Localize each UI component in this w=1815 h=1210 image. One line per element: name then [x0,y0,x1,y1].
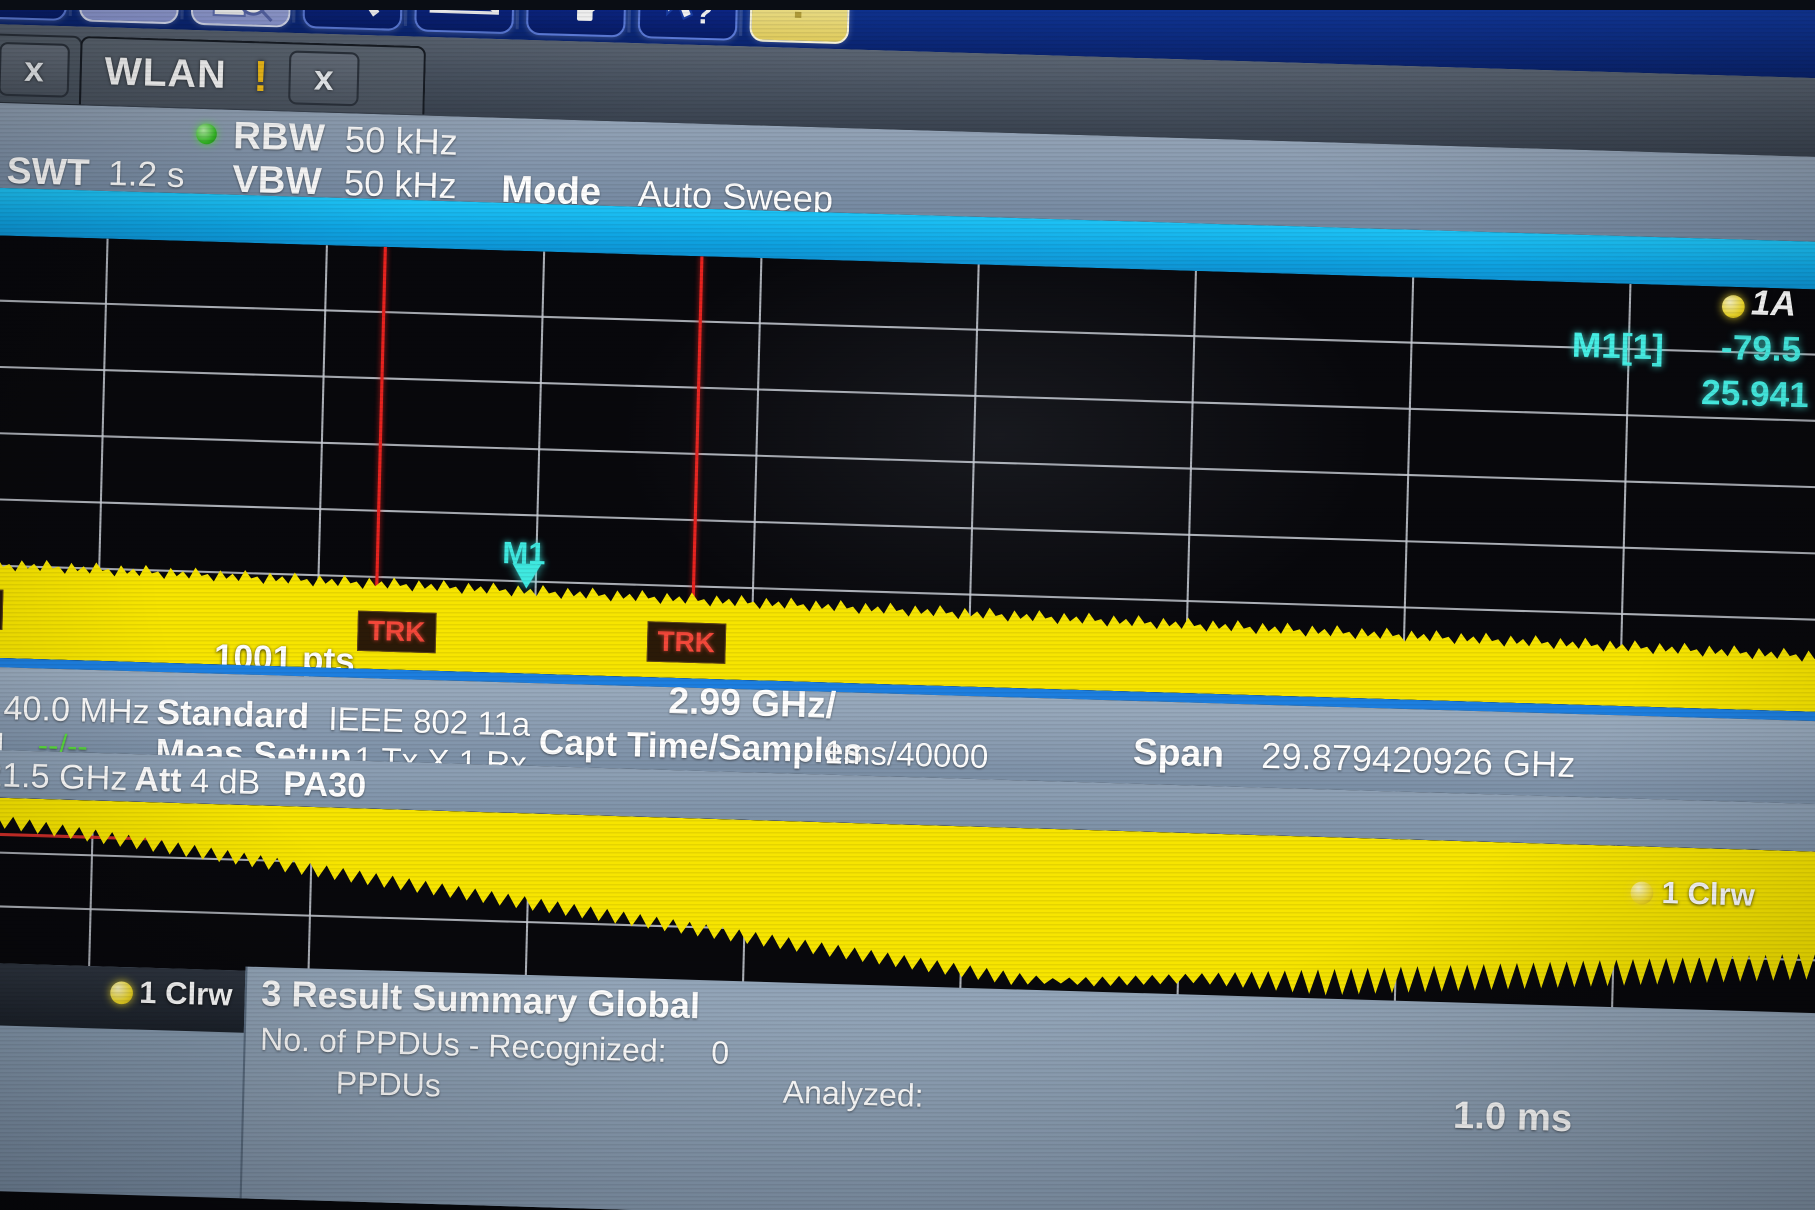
marker-frequency: 25.941 [1700,372,1810,416]
track-label-1: TRK [356,610,437,654]
analyzer-screen-photo: 1:1 S [0,0,1815,1210]
marker-m1-arrow-icon [511,563,542,590]
context-help-tool[interactable]: ? [637,0,740,41]
warning-icon: ! [252,51,269,101]
ppdu-recognized-value: 0 [710,1034,730,1071]
svg-text:?: ? [785,0,814,28]
ppdus-count-label: PPDUs [335,1064,442,1104]
question-mark-icon: ? [785,0,814,28]
freq-value[interactable]: 21.5 GHz [0,755,128,799]
close-icon-wlan[interactable]: x [287,50,360,107]
svg-text:?: ? [694,0,714,31]
trace-label: 1A [1750,283,1797,324]
marker-level: -79.5 [1720,327,1802,370]
att-value[interactable]: 4 dB [190,761,261,802]
rbw-value[interactable]: 50 kHz [345,119,459,164]
rbw-label: RBW [232,114,326,160]
zoom-one-to-one-tool[interactable]: 1:1 [302,0,404,31]
ppdu-line-label: No. of PPDUs - Recognized: [259,1020,668,1070]
fit-screen-icon [429,0,501,15]
tab-wlan-label: WLAN [104,49,228,97]
arrow-cursor-icon [3,0,42,8]
time-value: 1.0 ms [1452,1093,1573,1140]
fit-to-screen-tool[interactable] [414,0,516,35]
zoom-in-tool[interactable] [78,0,181,25]
svg-text:S: S [543,0,565,3]
sequencer-s-icon: S [543,0,613,22]
document-zoom-in-icon [103,0,159,10]
standard-label: Standard [156,692,310,737]
tab-wlan[interactable]: WLAN ! x [78,35,427,115]
zoom-multi-tool[interactable] [190,0,293,28]
lower-trace-status: 1 Clrw [1661,876,1756,913]
result-summary-title: 3 Result Summary Global [260,973,701,1027]
sequencer-tool[interactable]: S [525,0,628,38]
analyzed-label: Analyzed: [782,1073,925,1115]
span-value[interactable]: 29.879420926 GHz [1261,736,1576,787]
bottom-trace-status-dot [109,981,134,1005]
pa-label: PA30 [282,763,367,805]
center-frequency-label[interactable]: 2.99 GHz/ [668,679,837,727]
bottom-trace-status: 1 Clrw [138,975,233,1013]
marker-name: M1[1] [1571,325,1665,368]
tab-favorites[interactable]: ★ x [0,31,83,107]
one-to-one-zoom-icon: 1:1 [324,0,380,17]
close-icon-favorites[interactable]: x [0,41,70,98]
att-label: Att [133,759,183,799]
multi-document-zoom-icon [212,0,273,22]
bottom-trace-status-box: 1 Clrw [0,960,246,1033]
swt-value[interactable]: 1.2 s [108,154,185,197]
capt-time-value: 1ms/40000 [824,733,989,776]
track-label-2: TRK [646,621,726,664]
help-tool[interactable]: ? [749,0,851,45]
standard-value[interactable]: IEEE 802 11a [328,700,531,744]
span-label: Span [1132,729,1225,776]
cursor-question-icon: ? [666,0,714,31]
rbw-status-icon [195,123,218,145]
fs-value[interactable]: 40.0 MHz [3,688,150,732]
svg-text:1:1: 1:1 [324,0,358,12]
select-cursor-tool[interactable] [0,0,69,22]
